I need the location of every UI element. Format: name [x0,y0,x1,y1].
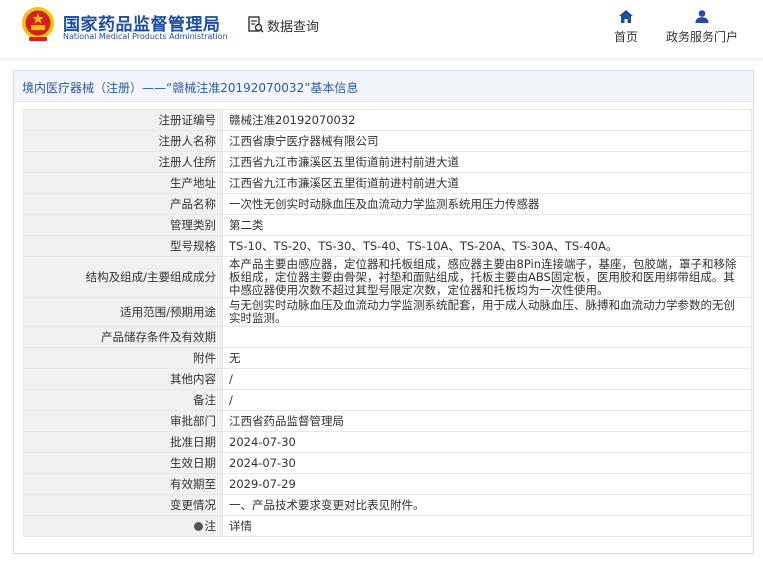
data-query-label: 数据查询 [267,19,320,35]
field-label: 结构及组成/主要组成成分 [23,256,223,298]
table-row: 产品储存条件及有效期 [23,326,752,348]
field-value: 2024-07-30 [222,431,752,453]
table-row: 结构及组成/主要组成成分 本产品主要由感应器，定位器和托板组成，感应器主要由8P… [23,256,752,298]
field-label: 产品储存条件及有效期 [23,326,223,348]
field-value [222,326,752,348]
detail-table: 注册证编号 赣械注准20192070032 注册人名称 江西省康宁医疗器械有限公… [23,109,752,537]
field-label: 生产地址 [23,172,223,194]
field-label: 产品名称 [23,193,223,215]
field-label: 附件 [23,347,223,369]
field-value: 一、产品技术要求变更对比表见附件。 [222,494,752,516]
field-value: 本产品主要由感应器，定位器和托板组成，感应器主要由8Pin连接端子，基座，包胶端… [222,256,752,298]
field-label: 注册人名称 [23,130,223,152]
panel-title: 境内医疗器械（注册）——“赣械注准20192070032”基本信息 [22,81,359,95]
table-row: 批准日期 2024-07-30 [23,431,752,453]
field-label: 批准日期 [23,431,223,453]
field-value: 江西省九江市濂溪区五里街道前进村前进大道 [222,151,752,173]
table-row: 注册人住所 江西省九江市濂溪区五里街道前进村前进大道 [23,151,752,173]
field-value: 江西省康宁医疗器械有限公司 [222,130,752,152]
home-icon [619,10,633,23]
field-label: 注册人住所 [23,151,223,173]
table-row: 备注 / [23,389,752,411]
field-value: 江西省九江市濂溪区五里街道前进村前进大道 [222,172,752,194]
table-row: 生效日期 2024-07-30 [23,452,752,474]
field-value: 江西省药品监督管理局 [222,410,752,432]
panel-header: 境内医疗器械（注册）——“赣械注准20192070032”基本信息 [14,71,753,102]
field-label: 有效期至 [23,473,223,495]
table-row: 注 详情 [23,515,752,537]
table-row: 产品名称 一次性无创实时动脉血压及血流动力学监测系统用压力传感器 [23,193,752,215]
table-row: 注册人名称 江西省康宁医疗器械有限公司 [23,130,752,152]
table-row: 型号规格 TS-10、TS-20、TS-30、TS-40、TS-10A、TS-2… [23,235,752,257]
field-value: 与无创实时动脉血压及血流动力学监测系统配套，用于成人动脉血压、脉搏和血流动力学参… [222,297,752,327]
detail-panel: 境内医疗器械（注册）——“赣械注准20192070032”基本信息 注册证编号 … [13,70,754,554]
national-emblem-icon[interactable] [21,6,55,42]
site-subtitle: National Medical Products Administration [63,32,228,41]
table-row: 适用范围/预期用途 与无创实时动脉血压及血流动力学监测系统配套，用于成人动脉血压… [23,297,752,327]
user-icon [695,10,709,23]
field-value: / [222,389,752,411]
header-divider [0,58,763,61]
data-query-link[interactable]: 数据查询 [248,15,319,35]
field-label: 备注 [23,389,223,411]
field-label: 生效日期 [23,452,223,474]
field-label: 其他内容 [23,368,223,390]
table-row: 注册证编号 赣械注准20192070032 [23,109,752,131]
table-row: 生产地址 江西省九江市濂溪区五里街道前进村前进大道 [23,172,752,194]
note-label-cell: 注 [23,515,223,537]
document-search-icon [248,16,264,33]
details-link[interactable]: 详情 [222,515,752,537]
table-row: 管理类别 第二类 [23,214,752,236]
nav-home-label: 首页 [613,30,638,44]
field-value: 第二类 [222,214,752,236]
nav-gov-portal-label: 政务服务门户 [665,30,738,44]
table-row: 审批部门 江西省药品监督管理局 [23,410,752,432]
field-value: 2029-07-29 [222,473,752,495]
field-label: 型号规格 [23,235,223,257]
field-value: TS-10、TS-20、TS-30、TS-40、TS-10A、TS-20A、TS… [222,235,752,257]
table-row: 其他内容 / [23,368,752,390]
table-row: 变更情况 一、产品技术要求变更对比表见附件。 [23,494,752,516]
site-header: 国家药品监督管理局 National Medical Products Admi… [0,0,763,58]
field-value: 一次性无创实时动脉血压及血流动力学监测系统用压力传感器 [222,193,752,215]
nav-gov-portal[interactable]: 政务服务门户 [661,10,743,45]
field-value: 赣械注准20192070032 [222,109,752,131]
bulb-icon [193,521,203,531]
field-label: 适用范围/预期用途 [23,297,223,327]
nav-home[interactable]: 首页 [608,10,644,45]
table-row: 有效期至 2029-07-29 [23,473,752,495]
field-label: 管理类别 [23,214,223,236]
field-label: 注册证编号 [23,109,223,131]
table-row: 附件 无 [23,347,752,369]
field-label: 审批部门 [23,410,223,432]
field-value: / [222,368,752,390]
field-label: 注 [204,518,217,533]
field-label: 变更情况 [23,494,223,516]
field-value: 2024-07-30 [222,452,752,474]
field-value: 无 [222,347,752,369]
